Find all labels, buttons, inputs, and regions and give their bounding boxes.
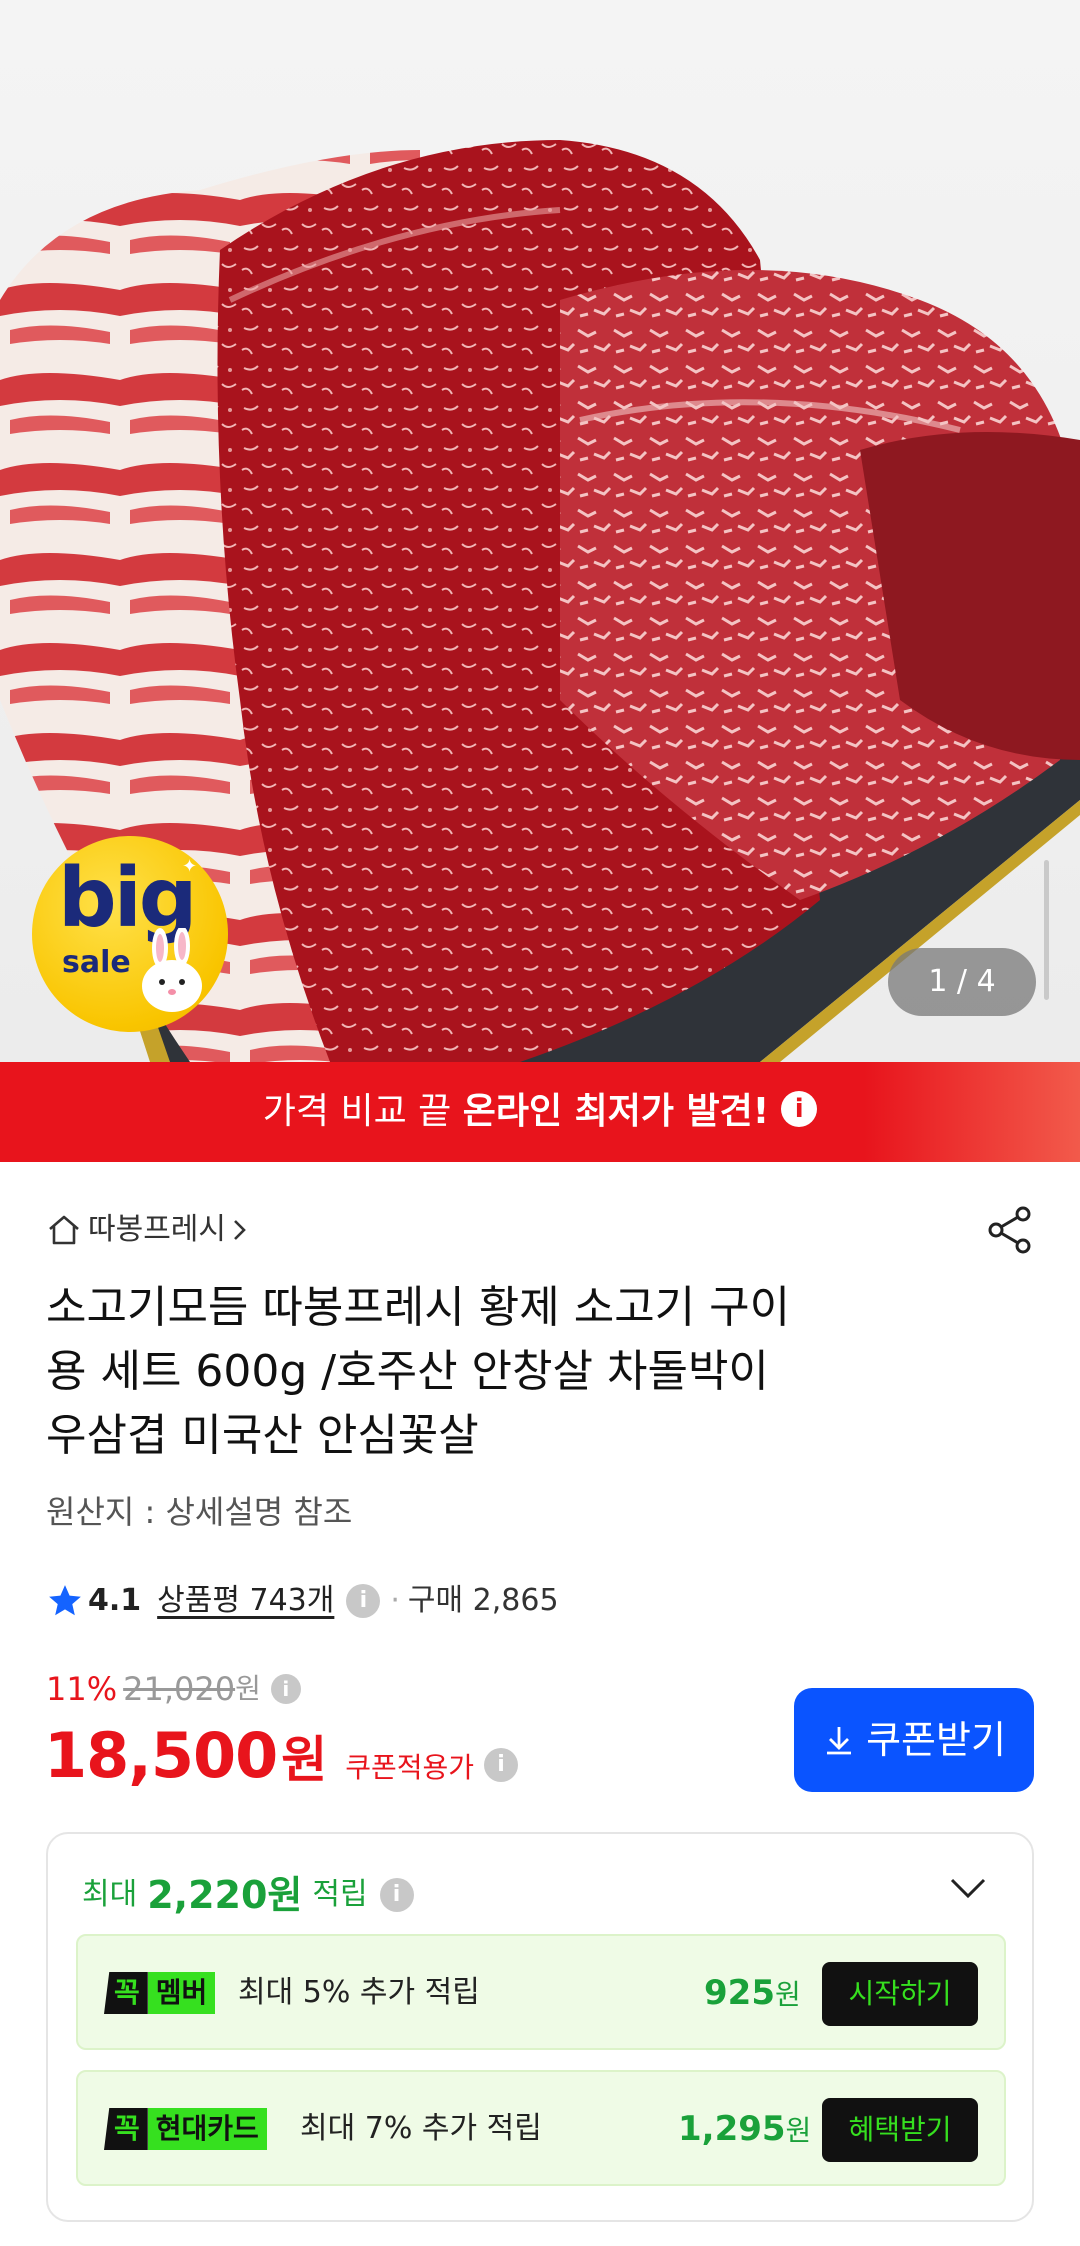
rewards-card: 최대 2,220원 적립 i 꼭 멤버 최대 5% 추가 적립 925원 시작하… bbox=[46, 1832, 1034, 2222]
coupon-button-label: 쿠폰받기 bbox=[866, 1718, 1006, 1762]
get-coupon-button[interactable]: 쿠폰받기 bbox=[794, 1688, 1034, 1792]
title-line: 우삼겹 미국산 안심꽃살 bbox=[46, 1410, 479, 1461]
info-icon[interactable]: i bbox=[781, 1091, 818, 1127]
reward-row-hyundai-card: 꼭 현대카드 최대 7% 추가 적립 1,295원 혜택받기 bbox=[76, 2070, 1006, 2186]
tag-name: 현대카드 bbox=[147, 2108, 267, 2150]
chevron-down-icon[interactable] bbox=[948, 1876, 988, 1900]
sale-price-row: 18,500 원 쿠폰적용가 i bbox=[44, 1716, 519, 1796]
sale-price: 18,500 bbox=[44, 1719, 278, 1792]
info-icon[interactable]: i bbox=[270, 1674, 301, 1704]
lowest-price-banner[interactable]: 가격 비교 끝 온라인 최저가 발견! i bbox=[0, 1062, 1080, 1162]
rating-row: 4.1 상품평 743개 i · 구매 2,865 bbox=[46, 1578, 559, 1624]
origin-info: 원산지 : 상세설명 참조 bbox=[46, 1493, 353, 1531]
info-icon[interactable]: i bbox=[346, 1584, 381, 1618]
original-price-row: 11% 21,020 원 i bbox=[46, 1668, 301, 1710]
tag-prefix: 꼭 bbox=[104, 1972, 148, 2014]
separator-dot: · bbox=[390, 1583, 400, 1618]
rewards-amount: 2,220원 bbox=[147, 1873, 303, 1917]
reward-value-number: 1,295 bbox=[678, 2109, 786, 2149]
reward-value-number: 925 bbox=[704, 1973, 775, 2013]
big-sale-badge: big sale ✦ bbox=[32, 836, 228, 1032]
product-image-carousel[interactable]: big sale ✦ 1 / 4 bbox=[0, 0, 1080, 1062]
rating-score: 4.1 bbox=[88, 1583, 142, 1618]
reward-tag: 꼭 멤버 bbox=[104, 1972, 216, 2014]
original-price: 21,020 bbox=[123, 1670, 236, 1708]
chevron-right-icon bbox=[234, 1220, 246, 1240]
coupon-price-label: 쿠폰적용가 bbox=[345, 1751, 475, 1784]
carousel-pager: 1 / 4 bbox=[888, 948, 1036, 1016]
reward-value: 1,295원 bbox=[678, 2106, 811, 2154]
rewards-suffix: 적립 bbox=[312, 1877, 368, 1912]
store-name: 따봉프레시 bbox=[88, 1212, 226, 1247]
star-icon bbox=[49, 1585, 81, 1616]
reward-description: 최대 7% 추가 적립 bbox=[300, 2111, 542, 2146]
tag-prefix: 꼭 bbox=[104, 2108, 148, 2150]
sparkle-icon: ✦ bbox=[182, 856, 198, 877]
reward-value-unit: 원 bbox=[785, 2114, 812, 2147]
product-title: 소고기모듬 따봉프레시 황제 소고기 구이 용 세트 600g /호주산 안창살… bbox=[46, 1276, 986, 1468]
banner-text-bold: 온라인 최저가 발견! bbox=[462, 1091, 770, 1132]
info-icon[interactable]: i bbox=[484, 1748, 519, 1782]
carousel-scrollbar bbox=[1044, 860, 1049, 1000]
get-benefit-button[interactable]: 혜택받기 bbox=[822, 2098, 978, 2162]
purchase-count: 구매 2,865 bbox=[407, 1583, 559, 1618]
reward-row-member: 꼭 멤버 최대 5% 추가 적립 925원 시작하기 bbox=[76, 1934, 1006, 2050]
sale-price-unit: 원 bbox=[281, 1731, 328, 1789]
title-line: 용 세트 600g /호주산 안창살 차돌박이 bbox=[46, 1346, 769, 1397]
info-icon[interactable]: i bbox=[379, 1878, 414, 1912]
rewards-prefix: 최대 bbox=[82, 1877, 138, 1912]
reward-description: 최대 5% 추가 적립 bbox=[238, 1975, 480, 2010]
title-line: 소고기모듬 따봉프레시 황제 소고기 구이 bbox=[46, 1282, 791, 1333]
bunny-icon bbox=[142, 928, 202, 1012]
reward-value-unit: 원 bbox=[774, 1978, 801, 2011]
store-link[interactable]: 따봉프레시 bbox=[46, 1208, 248, 1252]
reward-tag: 꼭 현대카드 bbox=[104, 2108, 267, 2150]
badge-sale-text: sale bbox=[62, 945, 131, 980]
home-icon bbox=[49, 1215, 79, 1245]
reward-value: 925원 bbox=[704, 1970, 801, 2018]
rewards-summary[interactable]: 최대 2,220원 적립 i bbox=[82, 1870, 414, 1920]
share-icon[interactable] bbox=[984, 1204, 1036, 1256]
review-count-link[interactable]: 상품평 743개 bbox=[157, 1578, 334, 1624]
start-member-button[interactable]: 시작하기 bbox=[822, 1962, 978, 2026]
tag-name: 멤버 bbox=[147, 1972, 216, 2014]
download-icon bbox=[827, 1727, 852, 1755]
original-price-unit: 원 bbox=[235, 1672, 261, 1705]
discount-rate: 11% bbox=[46, 1670, 118, 1708]
banner-text-normal: 가격 비교 끝 bbox=[262, 1091, 463, 1132]
